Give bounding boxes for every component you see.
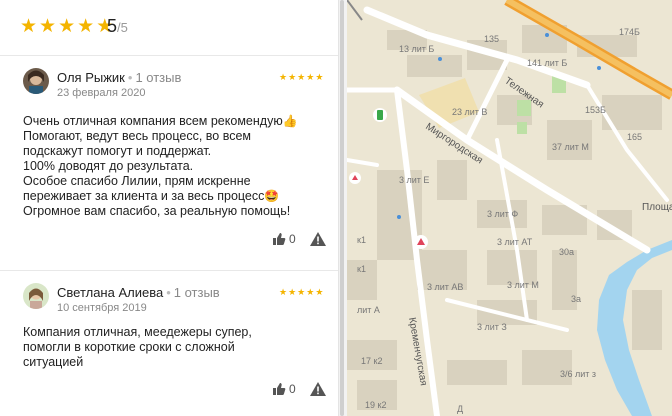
review-stars: ★ ★ ★ ★ ★ (279, 287, 323, 297)
review-line: помогли в короткие сроки с сложной (23, 340, 235, 354)
building-number: 3 лит Е (399, 175, 429, 185)
building-number: 13 лит Б (399, 44, 434, 54)
separator-dot: • (166, 285, 171, 300)
building-number: 23 лит В (452, 107, 487, 117)
report-button[interactable] (309, 232, 326, 246)
warning-icon (309, 382, 326, 396)
review-text: Очень отличная компания всем рекомендую👍… (23, 114, 328, 219)
report-button[interactable] (309, 382, 326, 396)
star-icon: ★ (315, 287, 324, 297)
map-canvas[interactable]: 135 13 лит Б 174Б 141 лит Б 23 лит В 153… (347, 0, 672, 416)
star-icon: ★ (306, 287, 315, 297)
building-number: 174Б (619, 27, 640, 37)
star-icon: ★ (315, 72, 324, 82)
review-author[interactable]: Оля Рыжик • 1 отзыв (57, 70, 181, 85)
review-line: 100% доводят до результата. (23, 159, 194, 173)
rating-summary: ★ ★ ★ ★ ★ 5/5 (0, 0, 338, 56)
street-label: Площа (642, 202, 672, 213)
building-number: 135 (484, 34, 499, 44)
avatar[interactable] (23, 283, 49, 309)
review-line: подскажут помогут и поддержат. (23, 144, 212, 158)
review-line: Огромное вам спасибо, за реальную помощь… (23, 204, 291, 218)
building-number: 3 лит Ф (487, 209, 518, 219)
building-number: 3 лит М (507, 280, 539, 290)
review-item: Оля Рыжик • 1 отзыв 23 февраля 2020 ★ ★ ★ ★ ★ … (0, 56, 338, 270)
star-icon: ★ (306, 72, 315, 82)
review-date: 23 февраля 2020 (57, 87, 146, 99)
warning-icon (309, 232, 326, 246)
rating-value: 5 (107, 16, 118, 36)
star-icon: ★ (39, 16, 57, 37)
like-button[interactable]: 0 (272, 382, 296, 396)
review-actions: 0 (272, 382, 326, 396)
author-review-count: 1 отзыв (135, 70, 182, 85)
star-eyes-emoji-icon: 🤩 (264, 189, 280, 203)
review-stars: ★ ★ ★ ★ ★ (279, 72, 323, 82)
building-number: 19 к2 (365, 400, 386, 410)
star-icon: ★ (77, 16, 95, 37)
review-author[interactable]: Светлана Алиева • 1 отзыв (57, 285, 220, 300)
review-line: Очень отличная компания всем рекомендую👍 (23, 114, 298, 128)
review-line: переживает за клиента и за весь процесс🤩 (23, 189, 280, 203)
review-line: Особое спасибо Лилии, прям искренне (23, 174, 251, 188)
star-icon: ★ (58, 16, 76, 37)
rating-max: /5 (117, 20, 128, 35)
building-number: лит А (357, 305, 380, 315)
building-number: Д (457, 404, 463, 414)
building-number: 30а (559, 247, 574, 257)
author-review-count: 1 отзыв (173, 285, 220, 300)
star-icon: ★ (20, 16, 38, 37)
review-line: ситуацией (23, 355, 84, 369)
thumbs-up-emoji-icon: 👍 (282, 114, 298, 128)
review-line: Помогают, ведут весь процесс, во всем (23, 129, 252, 143)
rating-score: 5/5 (107, 16, 128, 37)
review-line: Компания отличная, меедежеры супер, (23, 325, 252, 339)
star-icon: ★ (297, 72, 306, 82)
review-date: 10 сентября 2019 (57, 302, 147, 314)
thumbs-up-icon (273, 383, 286, 395)
review-actions: 0 (272, 232, 326, 246)
star-icon: ★ (288, 72, 297, 82)
building-number: 165 (627, 132, 642, 142)
author-name[interactable]: Светлана Алиева (57, 285, 163, 300)
building-number: к1 (357, 235, 366, 245)
separator-dot: • (127, 70, 133, 85)
building-number: к1 (357, 264, 366, 274)
star-icon: ★ (288, 287, 297, 297)
building-number: 3 лит АВ (427, 282, 463, 292)
map-view[interactable]: 135 13 лит Б 174Б 141 лит Б 23 лит В 153… (347, 0, 672, 416)
thumbs-up-icon (273, 233, 286, 245)
building-number: 141 лит Б (527, 58, 567, 68)
rating-stars: ★ ★ ★ ★ ★ (20, 17, 113, 37)
building-number: 3 лит АТ (497, 237, 533, 247)
building-number: 17 к2 (361, 356, 382, 366)
building-number: 3 лит З (477, 322, 507, 332)
building-number: 37 лит М (552, 142, 589, 152)
review-text: Компания отличная, меедежеры супер, помо… (23, 325, 328, 370)
reviews-panel: ★ ★ ★ ★ ★ 5/5 Оля Рыжик • 1 отзыв 23 февра… (0, 0, 338, 416)
scrollbar-thumb[interactable] (340, 0, 344, 416)
star-icon: ★ (279, 287, 288, 297)
building-number: 3/6 лит з (560, 369, 596, 379)
author-name[interactable]: Оля Рыжик (57, 70, 125, 85)
like-count: 0 (289, 382, 296, 396)
review-item: Светлана Алиева • 1 отзыв 10 сентября 2019… (0, 271, 338, 416)
like-count: 0 (289, 232, 296, 246)
star-icon: ★ (297, 287, 306, 297)
avatar[interactable] (23, 68, 49, 94)
building-number: 3а (571, 294, 581, 304)
like-button[interactable]: 0 (272, 232, 296, 246)
star-icon: ★ (279, 72, 288, 82)
building-number: 153Б (585, 105, 606, 115)
